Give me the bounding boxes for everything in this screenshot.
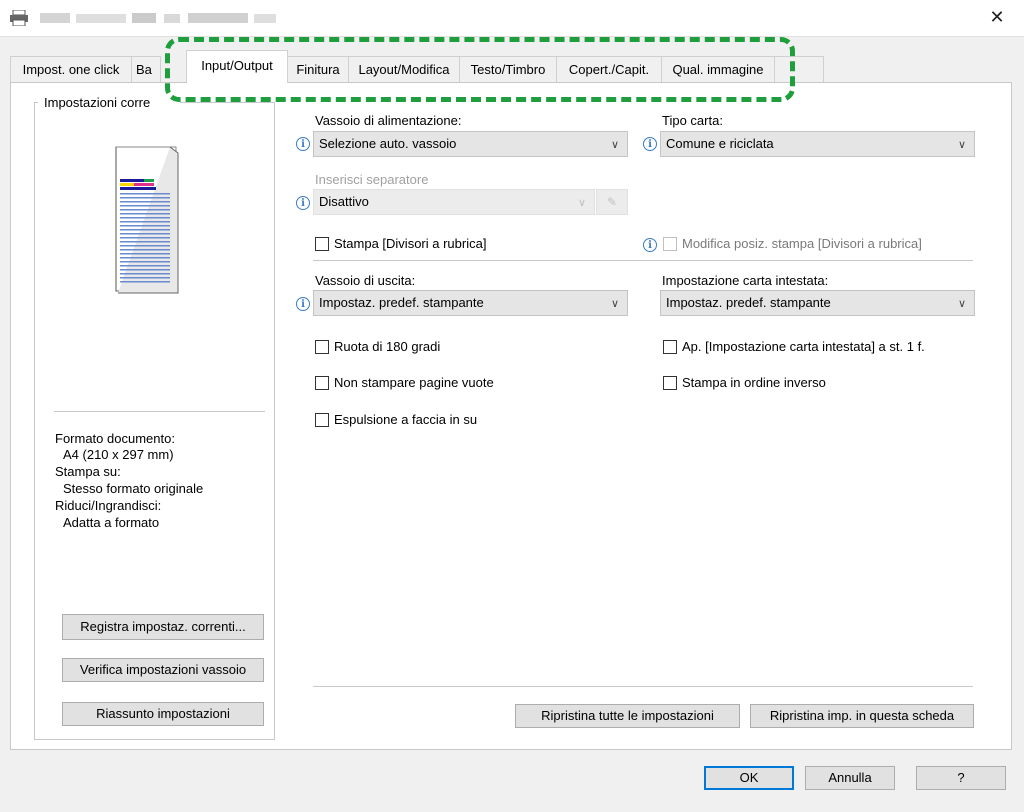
separator-select[interactable]: Disattivo ∨ — [313, 189, 595, 215]
face-up-checkbox[interactable] — [315, 413, 329, 427]
chevron-down-icon: ∨ — [957, 139, 966, 151]
tab-layout[interactable]: Layout/Modifica — [348, 56, 460, 82]
output-tray-info-icon[interactable]: i — [296, 297, 310, 311]
output-tray-value: Impostaz. predef. stampante — [319, 295, 484, 310]
bottom-separator — [313, 686, 973, 687]
document-preview-icon — [115, 146, 179, 294]
output-tray-select[interactable]: Impostaz. predef. stampante ∨ — [313, 290, 628, 316]
chevron-down-icon: ∨ — [610, 298, 619, 310]
paper-type-value: Comune e riciclata — [666, 136, 774, 151]
title-bar: ✕ — [0, 0, 1024, 36]
left-separator — [54, 411, 265, 412]
printer-icon — [10, 10, 28, 26]
scale-value: Adatta a formato — [63, 515, 160, 530]
cancel-button[interactable]: Annulla — [805, 766, 895, 790]
input-tray-value: Selezione auto. vassoio — [319, 136, 457, 151]
separator-value: Disattivo — [319, 194, 369, 209]
face-up-label: Espulsione a faccia in su — [334, 412, 478, 427]
group-border-left — [34, 102, 35, 740]
paper-type-label: Tipo carta: — [662, 113, 723, 128]
tab-hidden[interactable] — [774, 56, 824, 82]
rotate-label: Ruota di 180 gradi — [334, 339, 441, 354]
chevron-down-icon: ∨ — [577, 197, 586, 209]
group-border-top-right — [180, 102, 275, 103]
output-tray-label: Vassoio di uscita: — [315, 273, 416, 288]
modify-pos-checkbox[interactable] — [663, 237, 677, 251]
reverse-order-label: Stampa in ordine inverso — [682, 375, 826, 390]
section-separator — [313, 260, 973, 261]
summary-button[interactable]: Riassunto impostazioni — [62, 702, 264, 726]
scale-label: Riduci/Ingrandisci: — [55, 498, 162, 513]
input-tray-label: Vassoio di alimentazione: — [315, 113, 462, 128]
separator-edit-button[interactable]: ✎ — [596, 189, 628, 215]
reset-tab-button[interactable]: Ripristina imp. in questa scheda — [750, 704, 974, 728]
pencil-icon: ✎ — [606, 195, 618, 209]
tab-input-output[interactable]: Input/Output — [186, 50, 288, 83]
paper-type-info-icon[interactable]: i — [643, 137, 657, 151]
tab-one-click[interactable]: Impost. one click — [10, 56, 132, 82]
letterhead-first-label: Ap. [Impostazione carta intestata] a st.… — [682, 339, 925, 354]
chevron-down-icon: ∨ — [957, 298, 966, 310]
letterhead-label: Impostazione carta intestata: — [662, 273, 829, 288]
group-title: Impostazioni corre — [42, 95, 153, 110]
letterhead-value: Impostaz. predef. stampante — [666, 295, 831, 310]
no-blank-checkbox[interactable] — [315, 376, 329, 390]
tab-finishing[interactable]: Finitura — [287, 56, 349, 82]
print-tabs-checkbox[interactable] — [315, 237, 329, 251]
doc-format-label: Formato documento: — [55, 431, 175, 446]
tab-text-stamp[interactable]: Testo/Timbro — [459, 56, 557, 82]
group-border-right — [274, 102, 275, 740]
tab-cover[interactable]: Copert./Capit. — [556, 56, 662, 82]
help-button[interactable]: ? — [916, 766, 1006, 790]
register-settings-button[interactable]: Registra impostaz. correnti... — [62, 614, 264, 640]
doc-format-value: A4 (210 x 297 mm) — [63, 447, 174, 462]
reverse-order-checkbox[interactable] — [663, 376, 677, 390]
paper-type-select[interactable]: Comune e riciclata ∨ — [660, 131, 975, 157]
separator-label: Inserisci separatore — [315, 172, 429, 187]
tab-image-quality[interactable]: Qual. immagine — [661, 56, 775, 82]
letterhead-select[interactable]: Impostaz. predef. stampante ∨ — [660, 290, 975, 316]
close-button[interactable]: ✕ — [985, 6, 1009, 30]
modify-pos-info-icon[interactable]: i — [643, 238, 657, 252]
ok-button[interactable]: OK — [704, 766, 794, 790]
letterhead-first-checkbox[interactable] — [663, 340, 677, 354]
print-tabs-label: Stampa [Divisori a rubrica] — [334, 236, 487, 251]
chevron-down-icon: ∨ — [610, 139, 619, 151]
group-border-bottom — [34, 739, 275, 740]
print-on-value: Stesso formato originale — [63, 481, 204, 496]
no-blank-label: Non stampare pagine vuote — [334, 375, 494, 390]
separator-info-icon[interactable]: i — [296, 196, 310, 210]
rotate-checkbox[interactable] — [315, 340, 329, 354]
verify-tray-button[interactable]: Verifica impostazioni vassoio — [62, 658, 264, 682]
input-tray-select[interactable]: Selezione auto. vassoio ∨ — [313, 131, 628, 157]
reset-all-button[interactable]: Ripristina tutte le impostazioni — [515, 704, 740, 728]
modify-pos-label: Modifica posiz. stampa [Divisori a rubri… — [682, 236, 922, 251]
blurred-window-title — [40, 13, 276, 23]
input-tray-info-icon[interactable]: i — [296, 137, 310, 151]
tab-basic[interactable]: Ba — [131, 56, 161, 82]
print-on-label: Stampa su: — [55, 464, 121, 479]
